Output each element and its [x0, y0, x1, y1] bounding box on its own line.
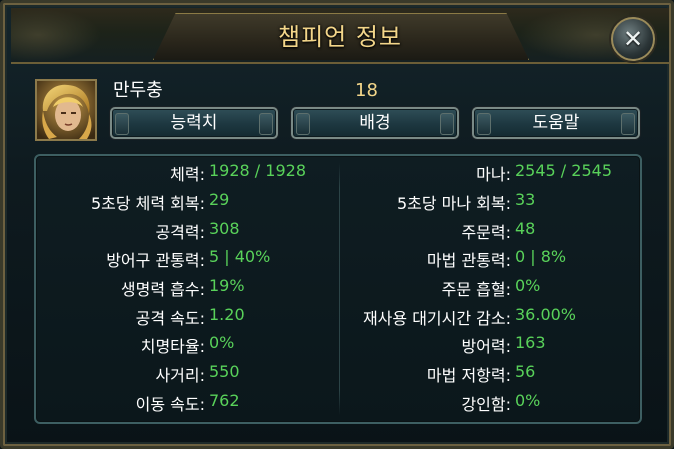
stat-move-speed-value: 762 [209, 391, 240, 410]
close-icon: ✕ [622, 25, 644, 53]
stat-attack-damage-label: 공격력: [155, 223, 205, 242]
stat-armor-value: 163 [515, 333, 546, 352]
tab-background-label: 배경 [359, 113, 391, 133]
stat-attack-damage-value: 308 [209, 219, 240, 238]
champion-level: 18 [355, 80, 378, 101]
stat-health-regen-label: 5초당 체력 회복: [90, 194, 205, 213]
stat-magic-pen-value: 0 | 8% [515, 247, 567, 266]
stat-mana-regen-label: 5초당 마나 회복: [396, 194, 511, 213]
stat-attack-speed-label: 공격 속도: [135, 309, 205, 328]
champion-info-window: 챔피언 정보 ✕ 만두충 18 능력치 배경 도움말 체력: 1928 / 19… [0, 0, 674, 449]
tab-stats[interactable]: 능력치 [110, 107, 278, 139]
stat-tenacity-label: 강인함: [461, 395, 511, 414]
stat-armor-pen-value: 5 | 40% [209, 247, 271, 266]
stat-attack-speed-value: 1.20 [209, 305, 245, 324]
stat-lifesteal-label: 생명력 흡수: [120, 280, 205, 299]
stat-cooldown-reduction-label: 재사용 대기시간 감소: [362, 309, 511, 328]
stat-armor-pen-label: 방어구 관통력: [106, 251, 205, 270]
stat-crit-chance-value: 0% [209, 333, 235, 352]
tab-edge-ornament [440, 113, 454, 135]
tab-edge-ornament [259, 113, 273, 135]
stat-mana-label: 마나: [476, 165, 511, 184]
tab-stats-label: 능력치 [170, 113, 218, 133]
tab-edge-ornament [296, 113, 310, 135]
stat-cooldown-reduction-value: 36.00% [515, 305, 577, 324]
stat-range-value: 550 [209, 362, 240, 381]
champion-name: 만두충 [113, 80, 163, 101]
stat-range-label: 사거리: [155, 366, 205, 385]
stat-magic-resist-label: 마법 저항력: [426, 366, 511, 385]
stat-magic-resist-value: 56 [515, 362, 536, 381]
tab-help[interactable]: 도움말 [472, 107, 640, 139]
stat-health-regen-value: 29 [209, 190, 230, 209]
stats-divider [339, 163, 340, 415]
stat-health-label: 체력: [170, 165, 205, 184]
stat-ability-power-label: 주문력: [461, 223, 511, 242]
stat-move-speed-label: 이동 속도: [135, 395, 205, 414]
stat-armor-label: 방어력: [461, 337, 511, 356]
stat-health-value: 1928 / 1928 [209, 161, 306, 180]
close-button[interactable]: ✕ [611, 17, 655, 61]
tab-edge-ornament [477, 113, 491, 135]
stat-mana-value: 2545 / 2545 [515, 161, 612, 180]
tab-help-label: 도움말 [532, 113, 580, 133]
tab-background[interactable]: 배경 [291, 107, 459, 139]
champion-portrait-icon [37, 81, 95, 139]
champion-portrait [35, 79, 97, 141]
stat-ability-power-value: 48 [515, 219, 536, 238]
tab-edge-ornament [115, 113, 129, 135]
window-title: 챔피언 정보 [277, 23, 403, 51]
stat-mana-regen-value: 33 [515, 190, 536, 209]
stat-crit-chance-label: 치명타율: [140, 337, 205, 356]
stat-magic-pen-label: 마법 관통력: [426, 251, 511, 270]
stat-spell-vamp-value: 0% [515, 276, 541, 295]
stat-tenacity-value: 0% [515, 391, 541, 410]
tab-edge-ornament [621, 113, 635, 135]
stat-spell-vamp-label: 주문 흡혈: [441, 280, 511, 299]
stat-lifesteal-value: 19% [209, 276, 245, 295]
